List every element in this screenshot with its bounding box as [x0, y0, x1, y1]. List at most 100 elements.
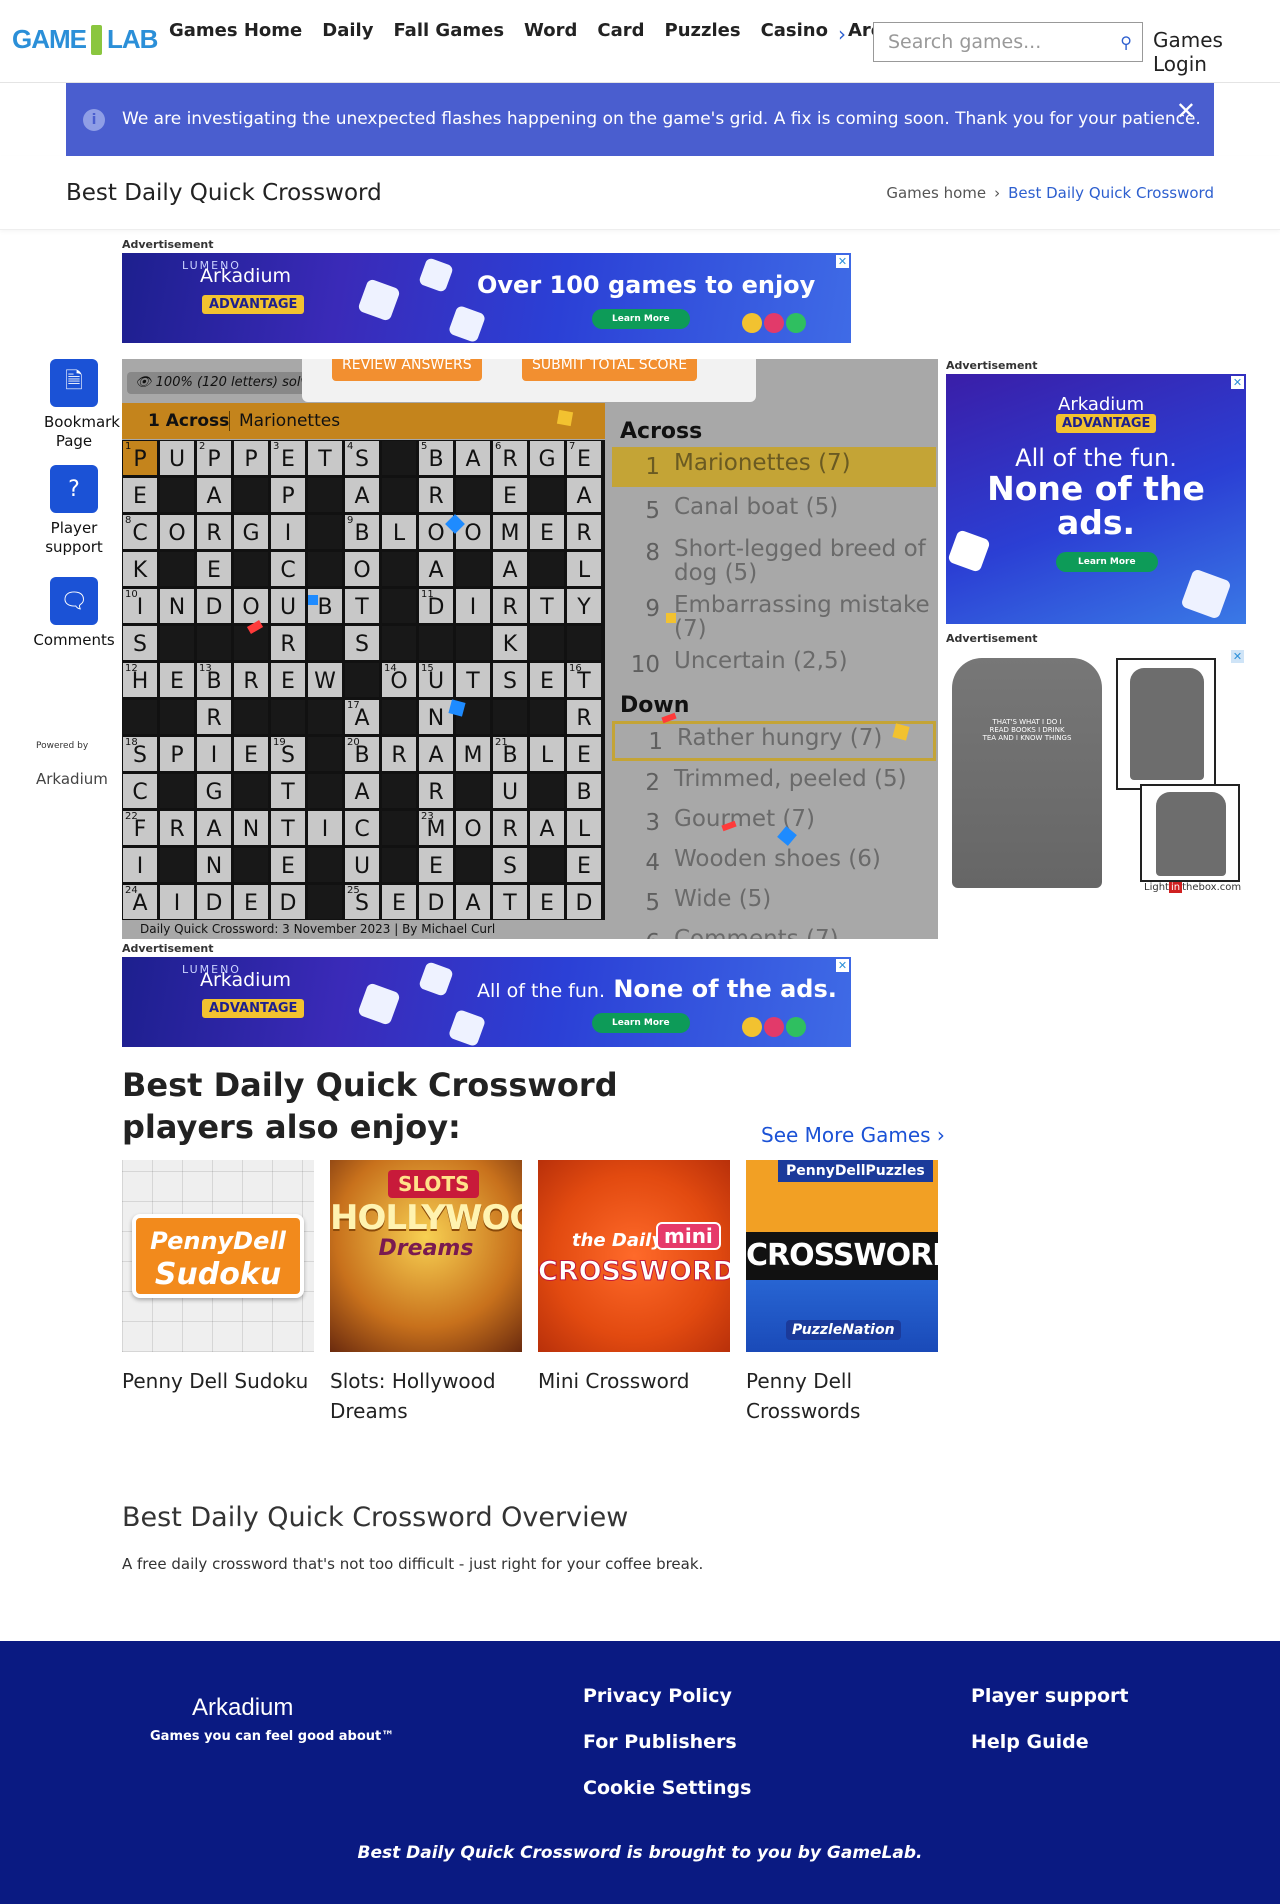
game-card-penny-dell-crosswords[interactable]: PennyDellPuzzles CROSSWORDS PuzzleNation… [746, 1160, 938, 1426]
search-input[interactable] [874, 23, 1104, 61]
grid-cell[interactable]: A [530, 811, 564, 845]
grid-cell[interactable]: N [234, 811, 268, 845]
grid-cell[interactable]: A [419, 552, 453, 586]
grid-cell[interactable]: 7E [567, 441, 601, 475]
grid-cell[interactable]: E [234, 737, 268, 771]
clue-across-5[interactable]: 5 Canal boat (5) [612, 493, 936, 529]
grid-cell[interactable]: I [271, 515, 305, 549]
player-support-link[interactable]: Player support [971, 1685, 1128, 1707]
grid-cell[interactable]: E [382, 885, 416, 919]
grid-cell[interactable]: R [382, 737, 416, 771]
grid-cell[interactable]: I [197, 737, 231, 771]
grid-cell[interactable]: P [271, 478, 305, 512]
grid-cell[interactable]: A [197, 811, 231, 845]
grid-cell[interactable]: G [197, 774, 231, 808]
clue-down-6[interactable]: 6Comments (7) [612, 925, 936, 939]
grid-cell[interactable]: 11 D [419, 589, 453, 623]
arkadium-footer-logo[interactable]: Arkadium [192, 1694, 293, 1722]
grid-cell[interactable]: S [123, 626, 157, 660]
grid-cell[interactable]: A [345, 478, 379, 512]
grid-cell[interactable]: E [567, 848, 601, 882]
ad-close-icon[interactable]: ✕ [1231, 376, 1244, 389]
grid-cell[interactable]: N [419, 700, 453, 734]
grid-cell[interactable]: C [123, 774, 157, 808]
grid-cell[interactable]: E [271, 663, 305, 697]
grid-cell[interactable]: E [123, 478, 157, 512]
grid-cell[interactable]: D [197, 885, 231, 919]
grid-cell[interactable]: G [234, 515, 268, 549]
comments-button[interactable]: 🗨 Comments [26, 577, 122, 649]
clue-across-8[interactable]: 8 Short-legged breed of dog (5) [612, 533, 936, 585]
top-banner-ad[interactable]: LUMENO Arkadium ADVANTAGE Over 100 games… [122, 253, 851, 343]
grid-cell[interactable]: 22 F [123, 811, 157, 845]
grid-cell[interactable]: N [197, 848, 231, 882]
ad-learn-more-button[interactable]: Learn More [592, 1013, 690, 1033]
grid-cell[interactable]: 24 A [123, 885, 157, 919]
grid-cell[interactable]: I [160, 885, 194, 919]
grid-cell[interactable]: T [345, 589, 379, 623]
grid-cell[interactable]: E [530, 515, 564, 549]
grid-cell[interactable]: R [493, 589, 527, 623]
grid-cell[interactable]: L [530, 737, 564, 771]
grid-cell[interactable]: U [345, 848, 379, 882]
nav-card[interactable]: Card [597, 20, 644, 41]
grid-cell[interactable]: 16 T [567, 663, 601, 697]
grid-cell[interactable]: R [160, 811, 194, 845]
grid-cell[interactable]: 2P [197, 441, 231, 475]
game-card-slots-hollywood-dreams[interactable]: SLOTS HOLLYWOOD Dreams Slots: Hollywood … [330, 1160, 522, 1426]
grid-cell[interactable]: I [456, 589, 490, 623]
grid-cell[interactable]: D [197, 589, 231, 623]
bottom-banner-ad[interactable]: LUMENO Arkadium ADVANTAGE All of the fun… [122, 957, 851, 1047]
grid-cell[interactable]: O [234, 589, 268, 623]
grid-cell[interactable]: S [493, 663, 527, 697]
grid-cell[interactable]: D [419, 885, 453, 919]
grid-cell[interactable]: O [456, 811, 490, 845]
close-icon[interactable]: ✕ [1176, 97, 1196, 125]
grid-cell[interactable]: C [271, 552, 305, 586]
nav-games-home[interactable]: Games Home [169, 20, 302, 41]
grid-cell[interactable]: 1P [123, 441, 157, 475]
grid-cell[interactable]: K [493, 626, 527, 660]
grid-cell[interactable]: E [493, 478, 527, 512]
grid-cell[interactable]: K [123, 552, 157, 586]
game-card-title[interactable]: Slots: Hollywood Dreams [330, 1366, 522, 1426]
grid-cell[interactable]: 19 S [271, 737, 305, 771]
game-thumbnail[interactable]: PennyDellPuzzles CROSSWORDS PuzzleNation [746, 1160, 938, 1352]
grid-cell[interactable]: O [160, 515, 194, 549]
grid-cell[interactable]: A [456, 885, 490, 919]
grid-cell[interactable]: G [530, 441, 564, 475]
nav-daily[interactable]: Daily [322, 20, 373, 41]
clue-down-3[interactable]: 3 Gourmet (7) [612, 805, 936, 841]
product-thumb[interactable] [1116, 658, 1216, 790]
grid-cell[interactable]: T [493, 885, 527, 919]
grid-cell[interactable]: E [234, 885, 268, 919]
gamelab-logo[interactable]: GAME LAB [12, 24, 158, 55]
grid-cell[interactable]: N [160, 589, 194, 623]
grid-cell[interactable]: A [567, 478, 601, 512]
game-card-penny-dell-sudoku[interactable]: PennyDell Sudoku Penny Dell Sudoku [122, 1160, 314, 1396]
grid-cell[interactable]: R [234, 663, 268, 697]
grid-cell[interactable]: D [271, 885, 305, 919]
grid-cell[interactable]: T [271, 811, 305, 845]
grid-cell[interactable]: 17 A [345, 700, 379, 734]
grid-cell[interactable]: 18 S [123, 737, 157, 771]
grid-cell[interactable]: 25 S [345, 885, 379, 919]
clue-down-1[interactable]: 1 Rather hungry (7) [612, 721, 936, 761]
grid-cell[interactable]: S [493, 848, 527, 882]
grid-cell[interactable]: R [493, 811, 527, 845]
breadcrumb-home[interactable]: Games home [886, 184, 986, 202]
grid-cell[interactable]: 5B [419, 441, 453, 475]
side-ad-sweatshirt[interactable]: THAT'S WHAT I DO I READ BOOKS I DRINK TE… [946, 648, 1246, 898]
nav-word[interactable]: Word [524, 20, 577, 41]
grid-cell[interactable]: 21 B [493, 737, 527, 771]
submit-total-score-button[interactable]: SUBMIT TOTAL SCORE [522, 359, 698, 381]
grid-cell[interactable]: U [493, 774, 527, 808]
grid-cell[interactable]: R [567, 700, 601, 734]
ad-learn-more-button[interactable]: Learn More [1056, 552, 1158, 572]
ad-close-icon[interactable]: ✕ [1231, 650, 1244, 663]
grid-cell[interactable]: S [345, 626, 379, 660]
grid-cell[interactable]: D [567, 885, 601, 919]
grid-cell[interactable]: L [567, 811, 601, 845]
review-answers-button[interactable]: REVIEW ANSWERS [332, 359, 482, 381]
grid-cell[interactable]: E [271, 848, 305, 882]
